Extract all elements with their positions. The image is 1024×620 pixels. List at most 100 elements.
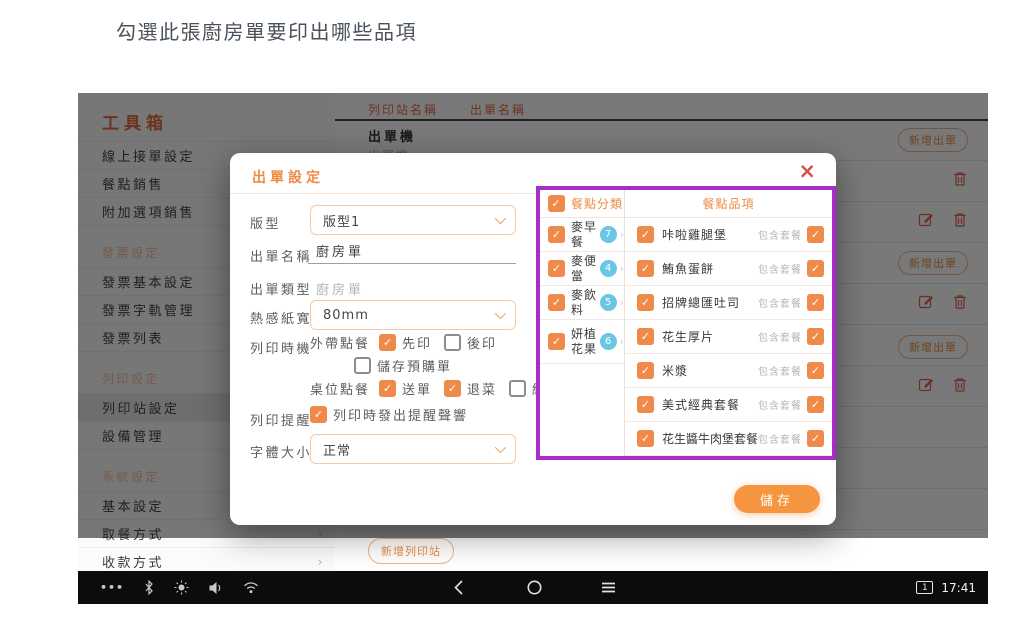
statusbar-right: 1 17:41 — [916, 571, 976, 604]
close-icon[interactable]: × — [798, 161, 816, 182]
return-dish-checkbox[interactable] — [444, 380, 461, 397]
reminder-row: 列印時發出提醒聲響 — [310, 405, 480, 424]
add-station-button[interactable]: 新增列印站 — [368, 538, 454, 564]
chevron-right-icon — [620, 335, 624, 348]
save-button[interactable]: 儲存 — [734, 485, 820, 513]
item-header-label: 餐點品項 — [702, 195, 754, 212]
ticket-type-value: 廚房單 — [316, 279, 364, 298]
included-set-label: 包含套餐 — [758, 261, 802, 276]
print-items-panel: 餐點分類 麥早餐 7 麥便當 4 麥飲料 5 妍植 — [536, 186, 836, 460]
category-checkbox[interactable] — [548, 294, 565, 311]
category-row[interactable]: 麥便當 4 — [540, 252, 624, 286]
item-checkbox[interactable] — [637, 328, 654, 345]
included-set-label: 包含套餐 — [758, 397, 802, 412]
category-name: 麥早餐 — [571, 220, 598, 249]
item-row: 花生厚片 包含套餐 — [625, 320, 832, 354]
item-checkbox[interactable] — [637, 260, 654, 277]
item-column: 餐點品項 咔啦雞腿堡 包含套餐 鮪魚蛋餅 包含套餐 招牌總匯吐司 包含套餐 — [625, 190, 832, 456]
save-preorder-checkbox[interactable] — [354, 357, 371, 374]
notification-badge-icon: 1 — [916, 581, 933, 594]
select-all-categories-checkbox[interactable] — [548, 195, 565, 212]
print-after-label: 後印 — [467, 333, 497, 352]
item-checkbox[interactable] — [637, 362, 654, 379]
included-set-label: 包含套餐 — [758, 227, 802, 242]
volume-icon — [208, 581, 224, 595]
category-row[interactable]: 麥飲料 5 — [540, 286, 624, 320]
category-name: 妍植花果 — [571, 327, 598, 356]
category-checkbox[interactable] — [548, 333, 565, 350]
home-button[interactable] — [526, 579, 543, 596]
category-checkbox[interactable] — [548, 260, 565, 277]
print-first-label: 先印 — [402, 333, 432, 352]
included-set-label: 包含套餐 — [758, 295, 802, 310]
include-set-checkbox[interactable] — [807, 226, 824, 243]
item-name: 美式經典套餐 — [662, 396, 740, 413]
category-checkbox[interactable] — [548, 226, 565, 243]
include-set-checkbox[interactable] — [807, 430, 824, 447]
reminder-text: 列印時發出提醒聲響 — [333, 405, 468, 424]
include-set-checkbox[interactable] — [807, 294, 824, 311]
item-name: 鮪魚蛋餅 — [662, 260, 714, 277]
ticket-name-input[interactable]: 廚房單 — [308, 238, 516, 264]
included-set-label: 包含套餐 — [758, 363, 802, 378]
item-checkbox[interactable] — [637, 294, 654, 311]
item-row: 花生醬牛肉堡套餐 包含套餐 — [625, 422, 832, 456]
save-preorder-label: 儲存預購單 — [377, 356, 452, 375]
return-dish-label: 退菜 — [467, 379, 497, 398]
font-size-select[interactable]: 正常 — [310, 434, 516, 464]
template-label: 版型 — [250, 213, 281, 232]
print-timing-label: 列印時機 — [250, 338, 312, 357]
include-set-checkbox[interactable] — [807, 396, 824, 413]
item-name: 招牌總匯吐司 — [662, 294, 740, 311]
item-checkbox[interactable] — [637, 396, 654, 413]
more-status-icon[interactable]: ••• — [100, 581, 124, 594]
brightness-icon — [174, 580, 189, 595]
wifi-icon — [243, 581, 259, 594]
item-header-row: 餐點品項 — [625, 190, 832, 218]
item-checkbox[interactable] — [637, 226, 654, 243]
included-set-label: 包含套餐 — [758, 431, 802, 446]
category-count-badge: 7 — [600, 226, 617, 243]
category-row[interactable]: 妍植花果 6 — [540, 320, 624, 364]
table-timing-row: 桌位點餐 送單 退菜 結帳 — [310, 379, 574, 398]
font-size-label: 字體大小 — [250, 442, 312, 461]
item-checkbox[interactable] — [637, 430, 654, 447]
item-row: 鮪魚蛋餅 包含套餐 — [625, 252, 832, 286]
checkout-checkbox[interactable] — [509, 380, 526, 397]
paper-width-select[interactable]: 80mm — [310, 300, 516, 330]
category-count-badge: 4 — [600, 260, 617, 277]
send-order-checkbox[interactable] — [379, 380, 396, 397]
print-after-checkbox[interactable] — [444, 334, 461, 351]
include-set-checkbox[interactable] — [807, 362, 824, 379]
chevron-right-icon — [620, 228, 624, 241]
category-column: 餐點分類 麥早餐 7 麥便當 4 麥飲料 5 妍植 — [540, 190, 625, 456]
table-order-label: 桌位點餐 — [310, 379, 370, 398]
item-row: 米漿 包含套餐 — [625, 354, 832, 388]
ticket-name-label: 出單名稱 — [250, 246, 312, 265]
print-reminder-label: 列印提醒 — [250, 410, 312, 429]
ticket-settings-dialog: 出單設定 × 版型 版型1 出單名稱 廚房單 出單類型 廚房單 熱感紙寬 80m… — [230, 153, 836, 525]
clock: 17:41 — [941, 581, 976, 595]
include-set-checkbox[interactable] — [807, 328, 824, 345]
page-title: 勾選此張廚房單要印出哪些品項 — [116, 16, 417, 45]
send-order-label: 送單 — [402, 379, 432, 398]
sidebar-item-payment-method[interactable]: 收款方式 — [78, 547, 335, 571]
category-row[interactable]: 麥早餐 7 — [540, 218, 624, 252]
category-header-label: 餐點分類 — [571, 195, 623, 212]
item-row: 美式經典套餐 包含套餐 — [625, 388, 832, 422]
chevron-right-icon — [620, 262, 624, 275]
dialog-title: 出單設定 — [252, 167, 324, 187]
include-set-checkbox[interactable] — [807, 260, 824, 277]
reminder-checkbox[interactable] — [310, 406, 327, 423]
takeout-label: 外帶點餐 — [310, 333, 370, 352]
category-count-badge: 5 — [600, 294, 617, 311]
item-name: 米漿 — [662, 362, 688, 379]
ticket-type-label: 出單類型 — [250, 279, 312, 298]
android-navbar: ••• 1 17:41 — [78, 571, 988, 604]
save-preorder-row: 儲存預購單 — [354, 356, 464, 375]
recents-menu-button[interactable] — [600, 579, 617, 596]
back-button[interactable] — [452, 579, 466, 596]
category-name: 麥便當 — [571, 254, 598, 283]
template-select[interactable]: 版型1 — [310, 205, 516, 235]
print-first-checkbox[interactable] — [379, 334, 396, 351]
